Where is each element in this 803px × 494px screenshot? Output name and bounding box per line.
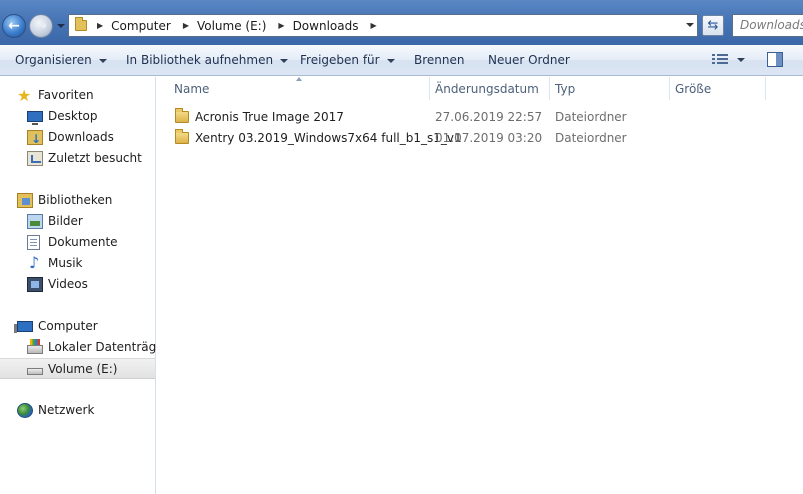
file-name: Xentry 03.2019_Windows7x64 full_b1_s1_v1	[195, 131, 462, 145]
navigation-pane: Favoriten Desktop Downloads Zuletzt besu…	[0, 77, 169, 494]
computer-icon	[14, 321, 33, 333]
folder-icon	[69, 15, 93, 36]
nav-item-pictures[interactable]: Bilder	[0, 211, 155, 232]
sort-ascending-icon	[296, 77, 302, 81]
file-list: Name Änderungsdatum Typ Größe Acronis Tr…	[157, 77, 803, 494]
column-divider[interactable]	[429, 77, 430, 100]
command-bar: Organisieren In Bibliothek aufnehmen Fre…	[0, 45, 803, 76]
column-header-size[interactable]: Größe	[675, 77, 711, 101]
music-icon	[27, 252, 43, 273]
file-type: Dateiordner	[555, 110, 627, 124]
nav-item-label: Downloads	[48, 130, 114, 144]
nav-item-desktop[interactable]: Desktop	[0, 106, 155, 127]
back-arrow-icon: ←	[8, 18, 20, 34]
breadcrumb-arrow-icon[interactable]: ▶	[97, 21, 103, 30]
chevron-down-icon	[57, 24, 65, 28]
star-icon	[17, 85, 33, 106]
refresh-icon: ⇆	[707, 18, 719, 33]
address-history-dropdown[interactable]	[681, 15, 697, 36]
burn-button[interactable]: Brennen	[414, 45, 464, 75]
nav-favorites-label: Favoriten	[38, 88, 94, 102]
column-divider[interactable]	[549, 77, 550, 100]
local-disk-icon	[27, 339, 43, 354]
column-header-type[interactable]: Typ	[555, 77, 575, 101]
breadcrumb-arrow-icon[interactable]: ▶	[183, 21, 189, 30]
refresh-button[interactable]: ⇆	[702, 15, 724, 36]
view-options-dropdown[interactable]	[737, 58, 745, 62]
chevron-down-icon	[386, 58, 395, 63]
folder-icon	[175, 129, 189, 144]
nav-item-label: Lokaler Datenträger	[48, 340, 169, 354]
nav-item-recent-places[interactable]: Zuletzt besucht	[0, 148, 155, 169]
column-header-modified[interactable]: Änderungsdatum	[435, 77, 539, 101]
recent-places-icon	[27, 151, 43, 166]
new-folder-button[interactable]: Neuer Ordner	[488, 45, 570, 75]
nav-item-label: Zuletzt besucht	[48, 151, 142, 165]
file-row[interactable]: Acronis True Image 2017 27.06.2019 22:57…	[157, 107, 803, 128]
file-modified: 27.06.2019 22:57	[435, 110, 543, 124]
nav-item-label: Bilder	[48, 214, 83, 228]
nav-item-documents[interactable]: Dokumente	[0, 232, 155, 253]
nav-computer-label: Computer	[38, 319, 98, 333]
column-divider[interactable]	[765, 77, 766, 100]
forward-arrow-icon: →	[35, 18, 47, 34]
chevron-down-icon	[280, 58, 289, 63]
file-type: Dateiordner	[555, 131, 627, 145]
address-bar-row: ← → ▶ Computer ▶ Volume (E:) ▶ Downloads…	[0, 0, 803, 45]
breadcrumb-computer[interactable]: Computer	[111, 19, 179, 33]
nav-item-music[interactable]: Musik	[0, 252, 155, 274]
back-button[interactable]: ←	[2, 14, 26, 38]
file-modified: 01.07.2019 03:20	[435, 131, 543, 145]
nav-item-label: Musik	[48, 256, 83, 270]
breadcrumb-arrow-icon[interactable]: ▶	[370, 21, 376, 30]
search-input[interactable]: Downloads du...	[732, 14, 803, 37]
nav-item-label: Desktop	[48, 109, 98, 123]
share-with-button[interactable]: Freigeben für	[300, 45, 395, 75]
organize-button[interactable]: Organisieren	[15, 45, 107, 75]
chevron-down-icon	[98, 58, 107, 63]
network-icon	[17, 403, 33, 418]
organize-label: Organisieren	[15, 53, 92, 67]
pictures-icon	[27, 214, 43, 229]
nav-computer[interactable]: Computer	[0, 316, 155, 337]
breadcrumb-downloads[interactable]: Downloads	[293, 19, 367, 33]
nav-favorites[interactable]: Favoriten	[0, 85, 155, 106]
include-in-library-button[interactable]: In Bibliothek aufnehmen	[126, 45, 289, 75]
nav-libraries-label: Bibliotheken	[38, 193, 113, 207]
downloads-icon	[27, 129, 43, 150]
recent-pages-dropdown[interactable]	[55, 20, 67, 32]
folder-icon	[175, 108, 189, 123]
nav-item-label: Videos	[48, 277, 88, 291]
include-in-library-label: In Bibliothek aufnehmen	[126, 53, 274, 67]
address-box[interactable]: ▶ Computer ▶ Volume (E:) ▶ Downloads ▶	[68, 14, 698, 37]
nav-item-volume-e[interactable]: Volume (E:)	[0, 358, 155, 379]
nav-libraries[interactable]: Bibliotheken	[0, 190, 155, 211]
preview-pane-icon[interactable]	[767, 52, 783, 67]
nav-item-label: Dokumente	[48, 235, 118, 249]
nav-item-videos[interactable]: Videos	[0, 274, 155, 295]
documents-icon	[27, 235, 40, 250]
libraries-icon	[17, 193, 33, 208]
file-row[interactable]: Xentry 03.2019_Windows7x64 full_b1_s1_v1…	[157, 128, 803, 149]
nav-item-local-disk[interactable]: Lokaler Datenträger	[0, 337, 169, 358]
chevron-down-icon	[685, 23, 694, 27]
desktop-icon	[27, 111, 43, 125]
share-with-label: Freigeben für	[300, 53, 380, 67]
file-name: Acronis True Image 2017	[195, 110, 344, 124]
nav-network-label: Netzwerk	[38, 403, 95, 417]
nav-item-label: Volume (E:)	[48, 362, 118, 376]
details-view-icon[interactable]	[712, 54, 728, 66]
breadcrumb-arrow-icon[interactable]: ▶	[278, 21, 284, 30]
breadcrumb-volume[interactable]: Volume (E:)	[197, 19, 274, 33]
column-header-name[interactable]: Name	[174, 77, 209, 101]
nav-item-downloads[interactable]: Downloads	[0, 127, 155, 150]
nav-network[interactable]: Netzwerk	[0, 400, 155, 421]
volume-drive-icon	[27, 368, 43, 375]
forward-button[interactable]: →	[29, 14, 53, 38]
videos-icon	[27, 277, 43, 292]
column-divider[interactable]	[669, 77, 670, 100]
